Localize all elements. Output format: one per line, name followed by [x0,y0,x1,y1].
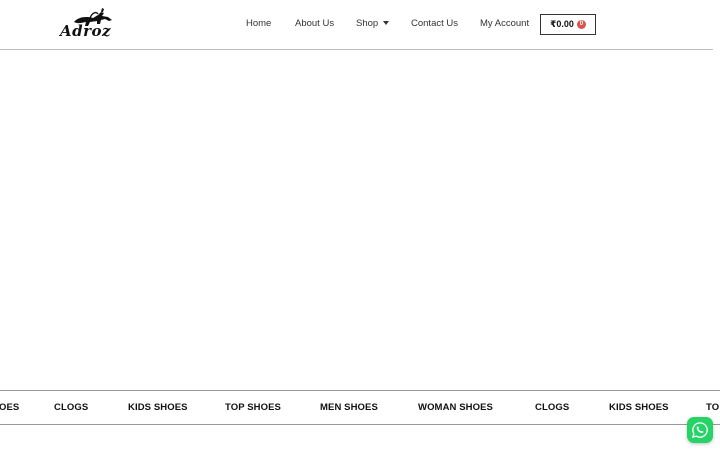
main-content [0,51,720,390]
nav-my-account[interactable]: My Account [480,18,529,30]
marquee-item[interactable]: KIDS SHOES [128,402,188,414]
cart-count-badge: 0 [576,20,586,29]
nav-about-us[interactable]: About Us [295,18,334,30]
category-marquee: OES CLOGS KIDS SHOES TOP SHOES MEN SHOES… [0,390,720,425]
whatsapp-button[interactable] [687,417,713,443]
nav-contact-us[interactable]: Contact Us [411,18,458,30]
nav-shop[interactable]: Shop [356,18,390,30]
marquee-item[interactable]: TO [706,402,719,414]
marquee-item[interactable]: CLOGS [54,402,88,414]
cart-button[interactable]: ₹0.00 0 [540,14,596,35]
marquee-item[interactable]: KIDS SHOES [609,402,669,414]
marquee-item[interactable]: MEN SHOES [320,402,378,414]
page: Adroz Home About Us Shop Contact Us My A… [0,0,720,450]
marquee-item[interactable]: WOMAN SHOES [418,402,493,414]
caret-down-icon [383,21,390,25]
whatsapp-icon [692,422,708,438]
nav-home[interactable]: Home [246,18,271,30]
cart-amount: ₹0.00 [550,19,574,29]
site-header: Adroz Home About Us Shop Contact Us My A… [0,0,713,50]
marquee-item[interactable]: OES [0,402,19,414]
marquee-item[interactable]: CLOGS [535,402,569,414]
main-nav: Home About Us Shop Contact Us My Account [0,0,713,49]
nav-shop-label: Shop [356,18,379,29]
marquee-item[interactable]: TOP SHOES [225,402,281,414]
